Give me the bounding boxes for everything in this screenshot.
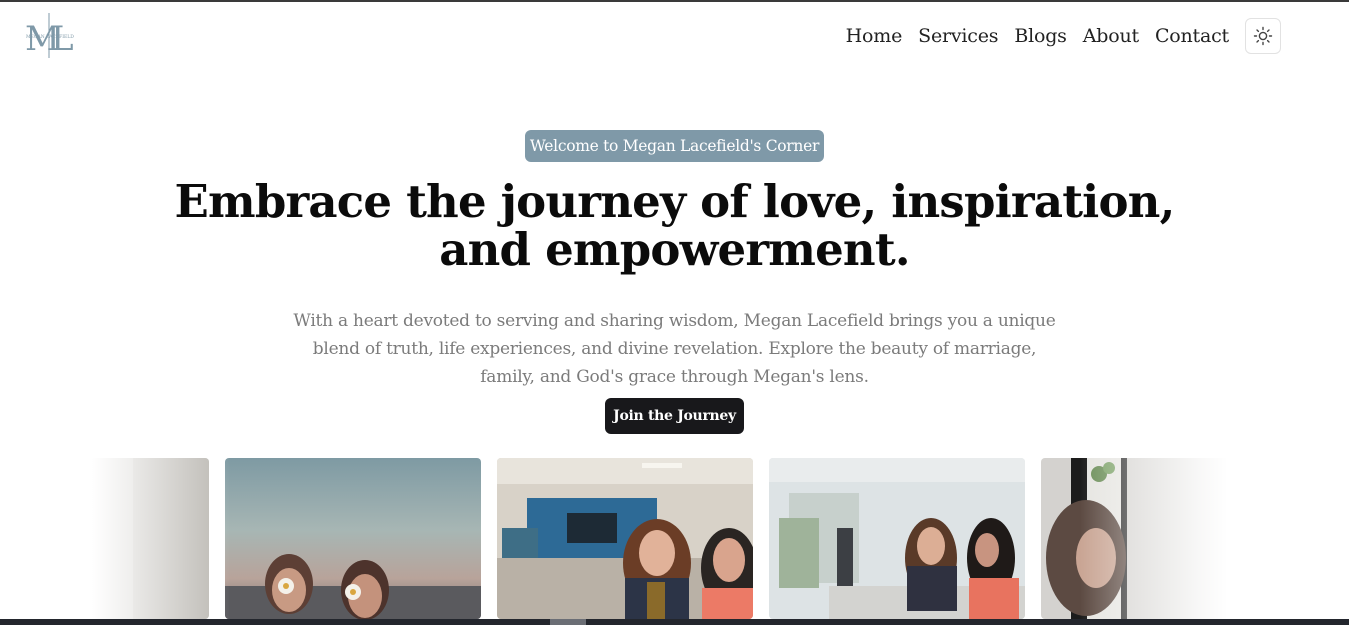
carousel-fade-right [1080, 458, 1349, 619]
nav-home-link[interactable]: Home [846, 25, 903, 47]
sun-icon [1253, 26, 1273, 46]
women-with-daisies-photo [225, 458, 481, 619]
join-journey-button[interactable]: Join the Journey [605, 398, 744, 434]
nav-services-link[interactable]: Services [918, 25, 998, 47]
hero-headline: Embrace the journey of love, inspiration… [150, 178, 1199, 274]
subtext-line-1: With a heart devoted to serving and shar… [293, 311, 1056, 331]
theme-toggle-button[interactable] [1245, 18, 1281, 54]
scrollbar-thumb[interactable] [550, 619, 586, 625]
nav-blogs-link[interactable]: Blogs [1014, 25, 1067, 47]
subtext-line-2: blend of truth, life experiences, and di… [312, 339, 1037, 359]
horizontal-scrollbar[interactable] [0, 619, 1349, 625]
nav-links: Home Services Blogs About Contact [846, 25, 1230, 47]
nav-about-link[interactable]: About [1083, 25, 1139, 47]
main-nav: Home Services Blogs About Contact [846, 18, 1349, 54]
logo-mark: M L MEGAN LACEFIELD [25, 13, 74, 59]
glass-office-meeting-photo [769, 458, 1025, 619]
carousel-card[interactable] [769, 458, 1025, 619]
svg-text:MEGAN LACEFIELD: MEGAN LACEFIELD [26, 34, 74, 40]
site-logo[interactable]: M L MEGAN LACEFIELD [24, 12, 74, 59]
welcome-badge: Welcome to Megan Lacefield's Corner [525, 130, 824, 162]
carousel-card[interactable] [497, 458, 753, 619]
subtext-line-3: family, and God's grace through Megan's … [480, 367, 869, 387]
office-meeting-photo [497, 458, 753, 619]
top-border [0, 0, 1349, 2]
headline-line-2: and empowerment. [439, 223, 910, 276]
nav-contact-link[interactable]: Contact [1155, 25, 1229, 47]
headline-line-1: Embrace the journey of love, inspiration… [174, 175, 1176, 228]
carousel-card[interactable] [225, 458, 481, 619]
carousel-fade-left [0, 458, 230, 619]
hero-subtext: With a heart devoted to serving and shar… [284, 307, 1065, 391]
